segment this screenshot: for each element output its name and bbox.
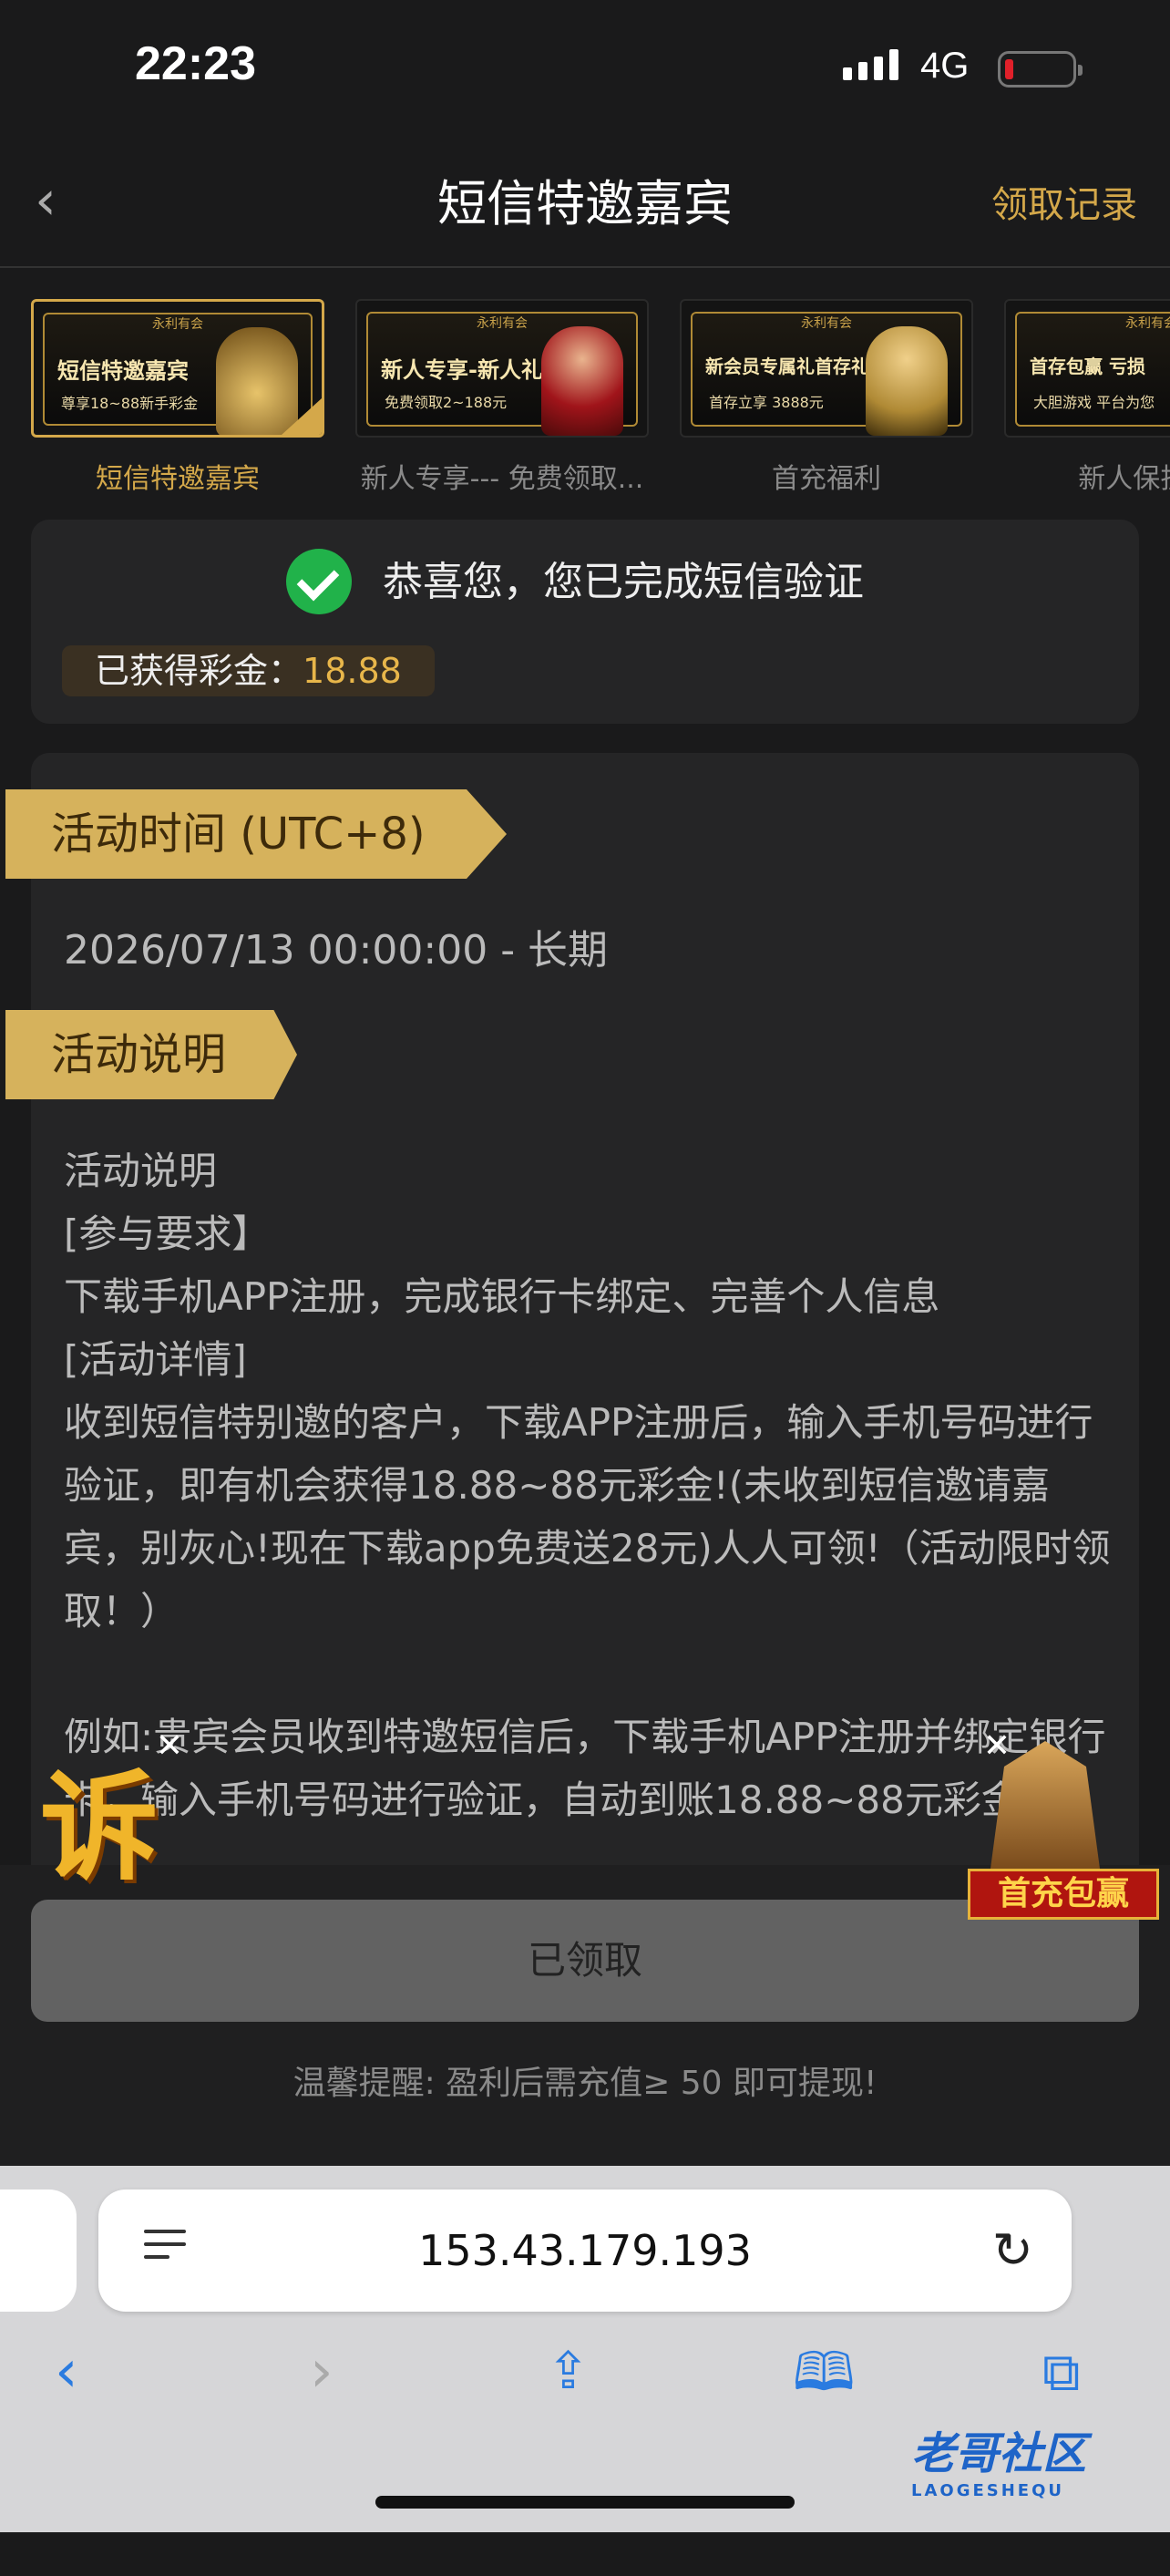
bonus-label: 已获得彩金： (95, 651, 303, 691)
banner-subtitle: 免费领取2~188元 (385, 394, 508, 411)
banner-title: 首存包赢 亏损 (1030, 355, 1145, 377)
first-deposit-badge: 首充包赢 (968, 1869, 1159, 1920)
verify-message: 恭喜您，您已完成短信验证 (383, 559, 864, 605)
banner-title: 新会员专属礼首存礼 (705, 355, 869, 377)
model-image (541, 326, 623, 436)
promo-tab[interactable]: 永利有会 新会员专属礼首存礼 首存立享 3888元 首充福利 (680, 299, 973, 496)
tab-label: 新人保护 首 (1078, 463, 1170, 495)
tabs-icon[interactable]: ⧉ (1042, 2335, 1080, 2408)
address-bar[interactable]: 153.43.179.193 ↻ (98, 2190, 1072, 2312)
promo-tabs: 永利有会 短信特邀嘉宾 尊享18~88新手彩金 短信特邀嘉宾 永利有会 新人专享… (0, 268, 1170, 496)
promo-banner: 永利有会 新会员专属礼首存礼 首存立享 3888元 (680, 299, 973, 438)
activity-description: 活动说明 [参与要求】 下载手机APP注册，完成银行卡绑定、完善个人信息 [活动… (64, 1149, 1111, 1822)
share-icon[interactable]: ⇪ (547, 2335, 590, 2408)
tab-label: 新人专享--- 免费领取... (360, 463, 644, 495)
banner-logo-text: 永利有会 (1125, 316, 1170, 331)
promo-tab[interactable]: 永利有会 短信特邀嘉宾 尊享18~88新手彩金 短信特邀嘉宾 (31, 299, 324, 496)
activity-desc-heading: 活动说明 (5, 1010, 297, 1099)
browser-back-icon[interactable]: ‹ (55, 2335, 78, 2408)
verify-card: 恭喜您，您已完成短信验证 已获得彩金：18.88 (31, 520, 1139, 724)
watermark-text: 老哥社区 (911, 2428, 1087, 2479)
banner-subtitle: 尊享18~88新手彩金 (61, 395, 199, 412)
activity-period: 2026/07/13 00:00:00 - 长期 (64, 927, 609, 974)
bonus-badge: 已获得彩金：18.88 (62, 645, 435, 696)
watermark-subtext: LAOGESHEQU (911, 2481, 1065, 2500)
url-text: 153.43.179.193 (418, 2226, 752, 2275)
first-deposit-float-button[interactable]: ✕ 首充包赢 (968, 1727, 1166, 1931)
promo-banner: 永利有会 新人专享-新人礼 免费领取2~188元 (355, 299, 649, 438)
banner-subtitle: 大胆游戏 平台为您 (1033, 394, 1155, 411)
promo-tab[interactable]: 永利有会 首存包赢 亏损 大胆游戏 平台为您 新人保护 首 (1004, 299, 1170, 496)
banner-subtitle: 首存立享 3888元 (709, 394, 824, 411)
previous-tab-preview[interactable] (0, 2190, 77, 2312)
model-image (866, 326, 948, 436)
bookmarks-icon[interactable]: 🕮 (793, 2335, 855, 2408)
complaint-float-button[interactable]: 诉 ✕ (40, 1727, 183, 1897)
tab-label: 短信特邀嘉宾 (96, 463, 260, 495)
browser-toolbar: 153.43.179.193 ↻ ‹ › ⇪ 🕮 ⧉ 老哥社区 LAOGESHEQ… (0, 2166, 1170, 2532)
close-icon[interactable]: ✕ (977, 1726, 1017, 1767)
promo-tab[interactable]: 永利有会 新人专享-新人礼 免费领取2~188元 新人专享--- 免费领取... (355, 299, 649, 496)
coins-image (216, 327, 298, 435)
clock: 22:23 (135, 37, 256, 90)
signal-icon (843, 49, 898, 80)
promo-banner: 永利有会 首存包赢 亏损 大胆游戏 平台为您 (1004, 299, 1170, 438)
banner-title: 新人专享-新人礼 (381, 357, 543, 383)
bonus-value: 18.88 (303, 651, 402, 691)
activity-time-heading: 活动时间 (UTC+8) (5, 789, 507, 879)
browser-forward-icon[interactable]: › (310, 2335, 334, 2408)
record-link[interactable]: 领取记录 (991, 173, 1137, 237)
reminder-text: 温馨提醒: 盈利后需充值≥ 50 即可提现! (292, 2065, 878, 2102)
banner-title: 短信特邀嘉宾 (57, 358, 189, 384)
watermark: 老哥社区 LAOGESHEQU (911, 2417, 1086, 2500)
network-type: 4G (920, 46, 970, 86)
promo-banner: 永利有会 短信特邀嘉宾 尊享18~88新手彩金 (31, 299, 324, 438)
reload-icon[interactable]: ↻ (992, 2226, 1033, 2275)
status-bar: 22:23 4G (0, 0, 1170, 146)
home-indicator (375, 2496, 795, 2509)
tab-label: 首充福利 (772, 463, 881, 495)
close-icon[interactable]: ✕ (149, 1726, 190, 1767)
check-circle-icon (286, 549, 352, 614)
nav-bar: ‹ 短信特邀嘉宾 领取记录 (0, 146, 1170, 268)
battery-icon (998, 51, 1083, 88)
